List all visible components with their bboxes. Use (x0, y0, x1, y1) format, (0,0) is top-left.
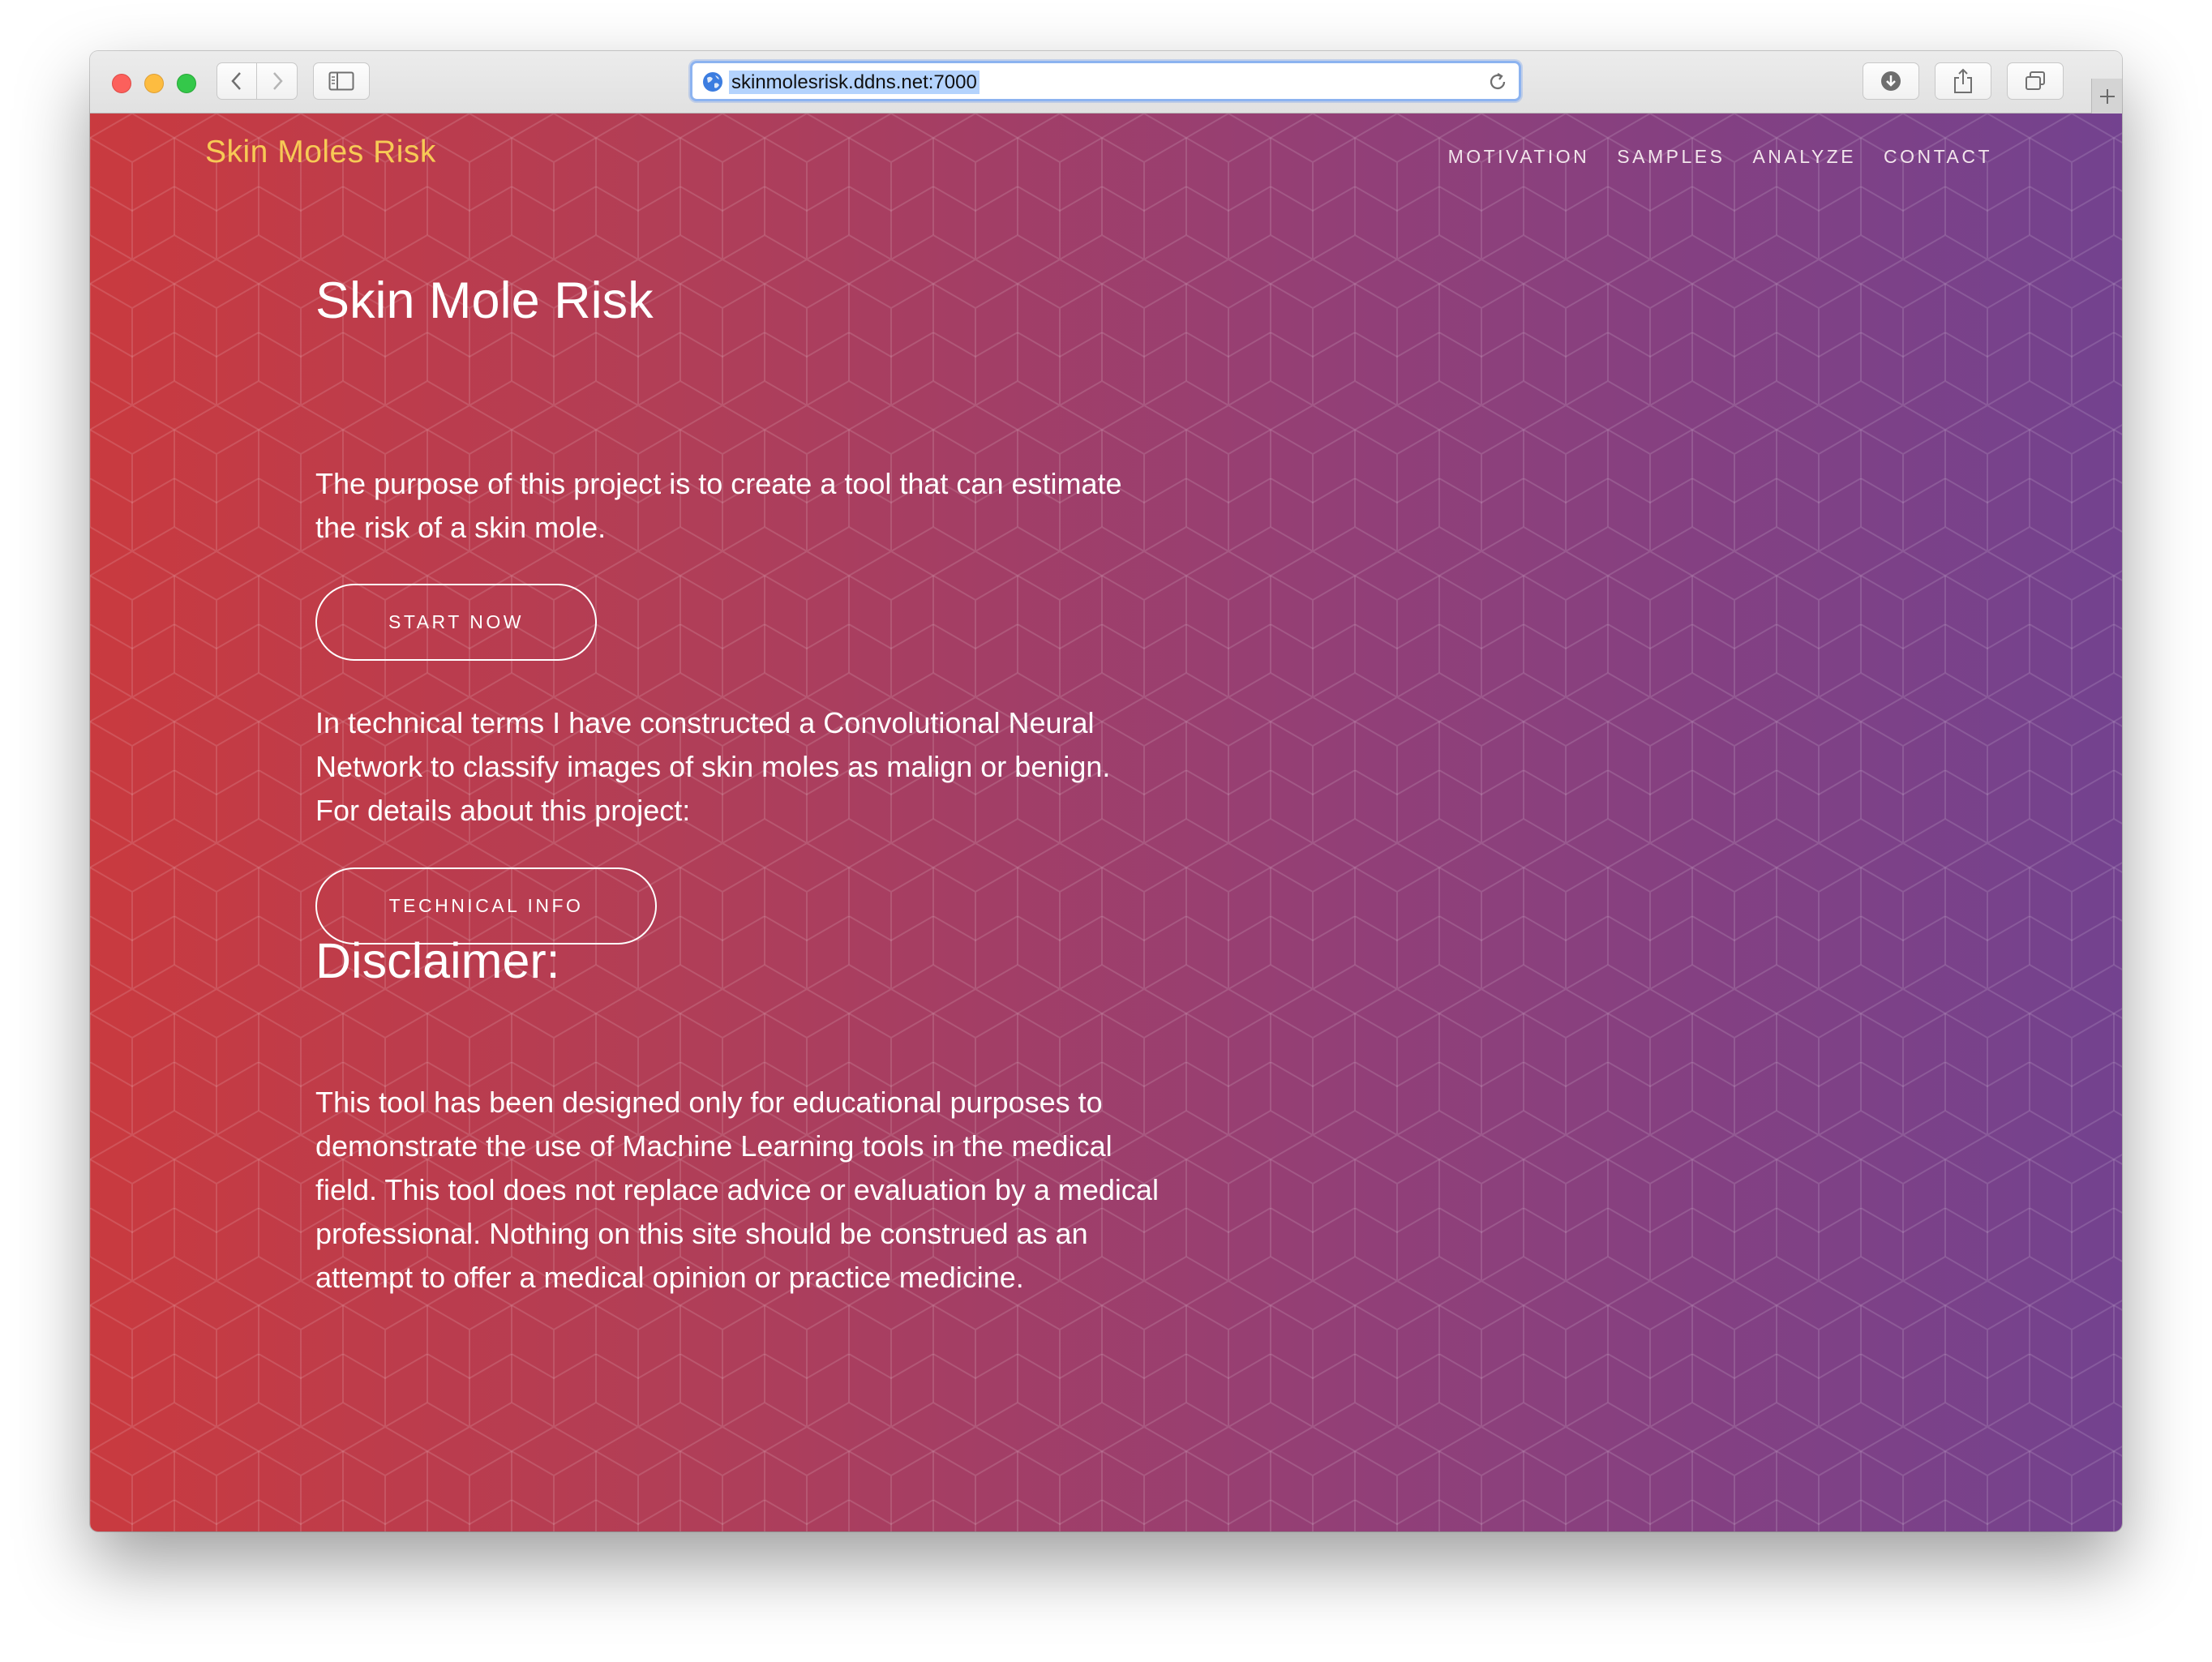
brand-logo[interactable]: Skin Moles Risk (205, 135, 436, 170)
chevron-left-icon (231, 72, 241, 90)
minimize-window-button[interactable] (144, 74, 164, 93)
browser-window: skinmolesrisk.ddns.net:7000 Skin Moles R… (90, 51, 2122, 1531)
download-icon (1881, 71, 1901, 91)
nav-contact[interactable]: CONTACT (1884, 146, 1992, 168)
address-bar[interactable]: skinmolesrisk.ddns.net:7000 (690, 61, 1521, 101)
purpose-text: The purpose of this project is to create… (315, 467, 1122, 544)
globe-icon (703, 72, 722, 92)
share-icon (1954, 68, 1972, 93)
zoom-window-button[interactable] (177, 74, 196, 93)
tabs-icon (2026, 71, 2045, 90)
browser-toolbar: skinmolesrisk.ddns.net:7000 (90, 51, 2122, 114)
sidebar-button[interactable] (313, 62, 370, 100)
nav-motivation[interactable]: MOTIVATION (1448, 146, 1590, 168)
forward-button[interactable] (257, 62, 298, 100)
chevron-right-icon (272, 72, 283, 90)
nav-analyze[interactable]: ANALYZE (1752, 146, 1856, 168)
start-now-button[interactable]: START NOW (315, 584, 597, 661)
back-button[interactable] (216, 62, 257, 100)
webpage: Skin Moles Risk MOTIVATION SAMPLES ANALY… (90, 114, 2122, 1531)
new-tab-button[interactable] (2091, 79, 2122, 114)
nav-samples[interactable]: SAMPLES (1617, 146, 1725, 168)
sidebar-icon (328, 71, 354, 91)
url-text[interactable]: skinmolesrisk.ddns.net:7000 (729, 71, 980, 94)
main-nav: MOTIVATION SAMPLES ANALYZE CONTACT (1448, 146, 1992, 168)
downloads-button[interactable] (1863, 62, 1919, 100)
share-button[interactable] (1935, 62, 1991, 100)
disclaimer-text: This tool has been designed only for edu… (315, 1086, 1159, 1294)
plus-icon (2099, 88, 2115, 104)
page-title: Skin Mole Risk (315, 272, 654, 329)
reload-icon[interactable] (1486, 71, 1509, 93)
tabs-overview-button[interactable] (2007, 62, 2064, 100)
close-window-button[interactable] (112, 74, 131, 93)
disclaimer-heading: Disclaimer: (315, 933, 560, 988)
technical-text: In technical terms I have constructed a … (315, 706, 1111, 827)
